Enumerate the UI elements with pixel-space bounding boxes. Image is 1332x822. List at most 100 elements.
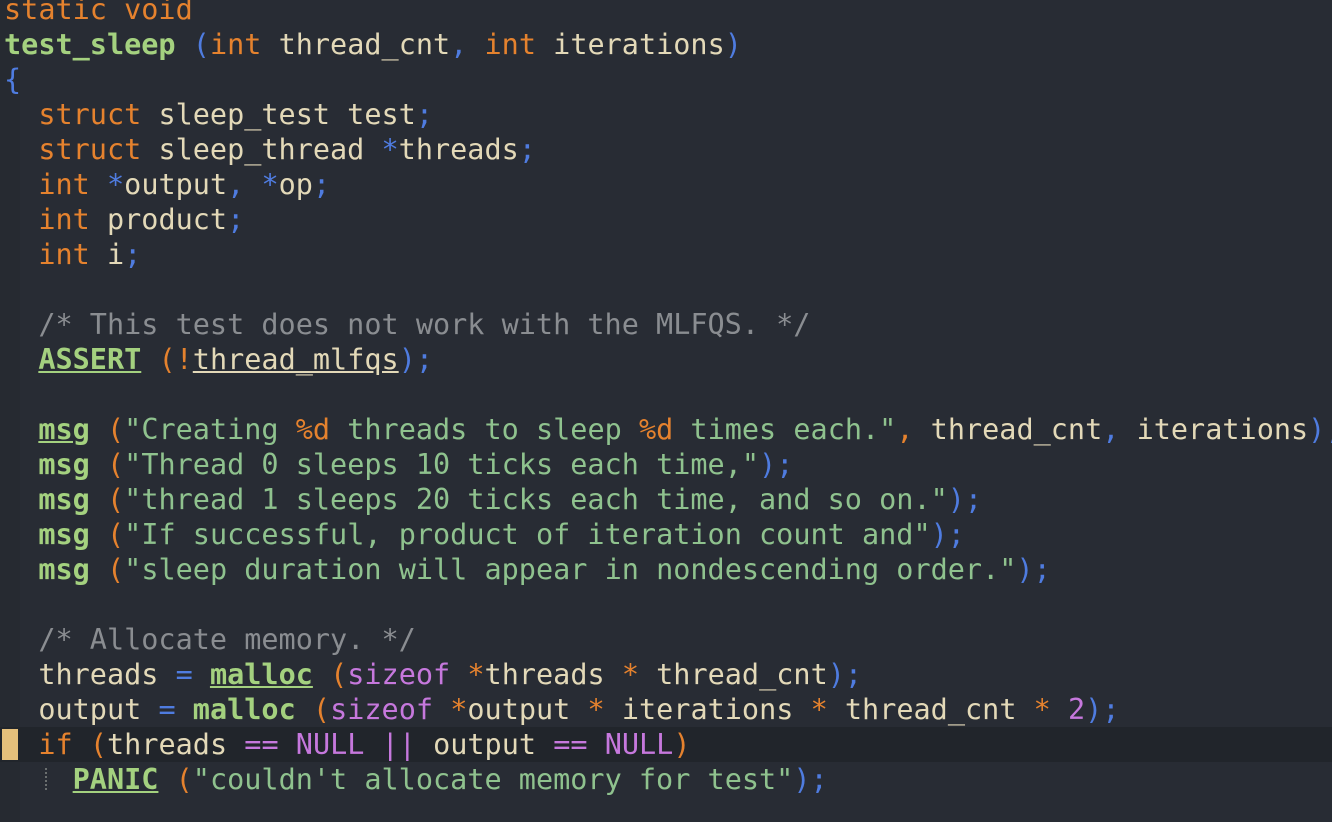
code-token: malloc (209, 658, 313, 691)
code-line[interactable]: msg ("Creating %d threads to sleep %d ti… (4, 412, 1332, 447)
code-line[interactable]: struct sleep_test test; (4, 97, 433, 132)
code-line[interactable]: int *output, *op; (4, 167, 330, 202)
code-line[interactable]: int i; (4, 237, 141, 272)
code-line[interactable]: /* This test does not work with the MLFQ… (4, 307, 810, 342)
code-line[interactable]: msg ("sleep duration will appear in nond… (4, 552, 1051, 587)
code-token: "Thread 0 sleeps 10 ticks each time," (124, 448, 760, 481)
code-token: msg (38, 413, 90, 446)
code-token: ( (192, 28, 210, 61)
code-token: product (89, 203, 228, 236)
code-line[interactable]: PANIC ("couldn't allocate memory for tes… (4, 762, 828, 797)
code-token: ( (106, 483, 125, 516)
code-token: { (4, 63, 22, 96)
code-token: == (244, 728, 279, 761)
code-line[interactable]: msg ("If successful, product of iteratio… (4, 517, 965, 552)
code-token: , (227, 168, 245, 201)
code-line[interactable]: threads = malloc (sizeof *threads * thre… (4, 657, 862, 692)
code-token: test_sleep (4, 28, 176, 61)
code-token: times each." (673, 413, 897, 446)
code-line[interactable]: output = malloc (sizeof *output * iterat… (4, 692, 1119, 727)
code-line[interactable]: int product; (4, 202, 244, 237)
code-line[interactable]: msg ("Thread 0 sleeps 10 ticks each time… (4, 447, 793, 482)
code-token: ); (947, 483, 983, 516)
code-token: iterations (604, 693, 811, 726)
code-token: threads (398, 133, 519, 166)
code-token: struct (38, 98, 142, 131)
code-token: NULL (295, 728, 365, 761)
code-token: = (158, 693, 176, 726)
code-token: int (38, 203, 90, 236)
code-token: * (587, 693, 605, 726)
code-token: ) (724, 28, 742, 61)
code-token: = (175, 658, 193, 691)
code-token: sizeof (347, 658, 451, 691)
code-token: * (621, 658, 639, 691)
code-token: * (810, 693, 828, 726)
code-token: %d (638, 413, 674, 446)
code-token: threads (107, 728, 245, 761)
code-token: i (89, 238, 125, 271)
code-token: "sleep duration will appear in nondescen… (124, 553, 1017, 586)
code-line[interactable]: if (threads == NULL || output == NULL) (4, 727, 690, 762)
code-token: ( (312, 693, 331, 726)
code-line[interactable]: struct sleep_thread *threads; (4, 132, 536, 167)
code-token: , (896, 413, 914, 446)
code-token: thread_cnt (827, 693, 1034, 726)
code-token: * (467, 658, 485, 691)
code-token: ( (106, 518, 125, 551)
code-token: output (124, 168, 228, 201)
code-token: thread_cnt (913, 413, 1103, 446)
code-token: ); (1085, 693, 1120, 726)
code-token: ; (227, 203, 245, 236)
code-token: sleep_thread (141, 133, 382, 166)
code-token: ASSERT (38, 343, 142, 376)
code-line[interactable]: msg ("thread 1 sleeps 20 ticks each time… (4, 482, 982, 517)
code-token: /* This test does not work with the MLFQ… (38, 308, 811, 341)
code-token: == (553, 728, 588, 761)
code-line[interactable]: { (4, 62, 21, 97)
code-token: struct (38, 133, 142, 166)
code-token: msg (38, 448, 90, 481)
code-token: "couldn't allocate memory for test" (192, 763, 794, 796)
code-token: output (415, 728, 554, 761)
code-token: ); (1016, 553, 1051, 586)
code-line[interactable]: /* Allocate memory. */ (4, 622, 416, 657)
code-token: ; (312, 168, 331, 201)
code-token: , (1102, 413, 1120, 446)
code-token: * (106, 168, 125, 201)
code-token: msg (38, 553, 90, 586)
code-line[interactable]: test_sleep (int thread_cnt, int iteratio… (4, 27, 742, 62)
code-editor[interactable]: static void test_sleep (int thread_cnt, i… (0, 0, 1332, 822)
code-token: (! (158, 343, 193, 376)
code-token: if (38, 728, 73, 761)
code-token: , (450, 28, 468, 61)
code-token: thread_cnt (638, 658, 828, 691)
code-line[interactable]: static void (4, 0, 193, 27)
code-token: ( (106, 413, 125, 446)
code-token: ( (89, 728, 107, 761)
code-token: msg (38, 518, 90, 551)
code-token: NULL (604, 728, 674, 761)
code-line[interactable]: ASSERT (!thread_mlfqs); (4, 342, 433, 377)
code-token: || (381, 728, 416, 761)
